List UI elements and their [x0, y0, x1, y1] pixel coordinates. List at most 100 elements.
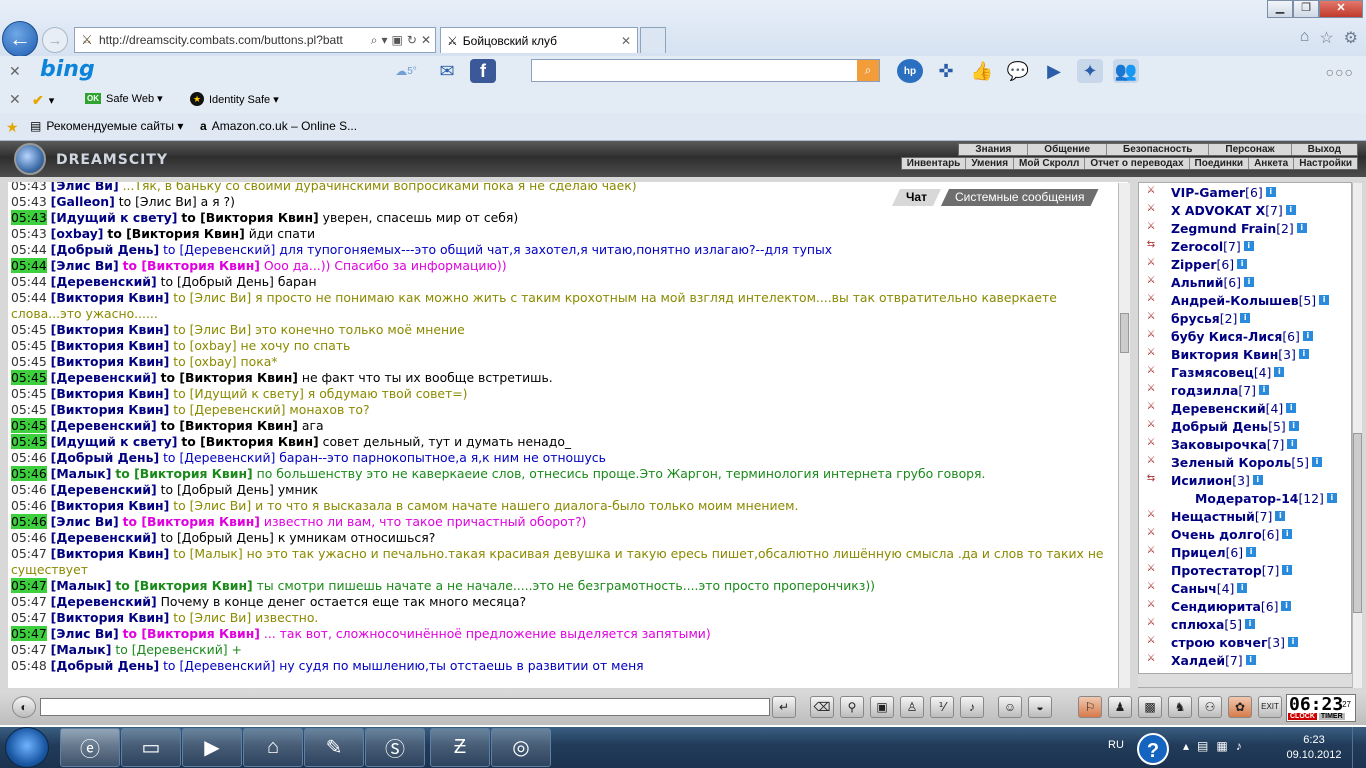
game-controller-icon[interactable]: ✜ [933, 59, 959, 83]
private-message-icon[interactable]: ⚔ [1141, 455, 1161, 469]
user-name[interactable]: Прицел [1171, 545, 1226, 560]
chat-nick[interactable]: [Виктория Квин] [51, 546, 170, 561]
submenu-item[interactable]: Отчет о переводах [1084, 158, 1188, 169]
chat-time[interactable]: 05:45 [11, 434, 47, 449]
chat-time[interactable]: 05:46 [11, 514, 47, 529]
chat-nick[interactable]: [Виктория Квин] [51, 290, 170, 305]
user-row[interactable]: ⚔ брусья [2] i [1139, 309, 1351, 327]
chat-time[interactable]: 05:45 [11, 402, 47, 417]
back-button[interactable]: ← [2, 21, 38, 57]
chat-recipient[interactable]: to [Виктория Квин] [123, 626, 260, 641]
network-icon[interactable]: ▦ [1216, 739, 1227, 753]
chat-recipient[interactable]: to [Виктория Квин] [115, 578, 252, 593]
smile-icon[interactable]: ☺ [998, 696, 1022, 718]
user-info-icon[interactable]: i [1302, 331, 1313, 341]
home-icon[interactable]: ⌂ [1300, 28, 1310, 48]
chat-time[interactable]: 05:45 [11, 386, 47, 401]
chat-time[interactable]: 05:45 [11, 418, 47, 433]
tab-system-messages[interactable]: Системные сообщения [941, 189, 1099, 206]
chat-nick[interactable]: [Деревенский] [51, 594, 157, 609]
show-desktop-button[interactable] [1352, 727, 1366, 768]
chat-time[interactable]: 05:47 [11, 594, 47, 609]
bing-search-input[interactable]: ⌕ [531, 59, 880, 82]
new-tab-button[interactable] [640, 27, 666, 53]
chat-time[interactable]: 05:48 [11, 658, 47, 673]
user-row[interactable]: ⚔ Zegmund Frain [2] i [1139, 219, 1351, 237]
private-message-icon[interactable]: ⇆ [1141, 239, 1161, 253]
private-message-icon[interactable]: ⚔ [1141, 419, 1161, 433]
chat-avatar-icon[interactable]: ◐ [12, 696, 36, 718]
people-icon[interactable]: 👥 [1113, 59, 1139, 83]
private-message-icon[interactable]: ⚔ [1141, 509, 1161, 523]
user-info-icon[interactable]: i [1274, 367, 1285, 377]
more-icon[interactable]: ○○○ [1326, 64, 1354, 80]
mail-icon[interactable]: ✉ [434, 59, 460, 83]
compat-icon[interactable]: ▣ [392, 33, 403, 48]
user-name[interactable]: Виктория Квин [1171, 347, 1278, 362]
chest-icon[interactable]: ▩ [1138, 696, 1162, 718]
user-row[interactable]: ⚔ Виктория Квин [3] i [1139, 345, 1351, 363]
close-toolbar-icon[interactable]: ✕ [9, 91, 21, 108]
scroll-thumb[interactable] [1120, 313, 1129, 353]
chat-nick[interactable]: [Идущий к свету] [51, 210, 178, 225]
chat-nick[interactable]: [Виктория Квин] [51, 354, 170, 369]
user-name[interactable]: X ADVOKAT X [1171, 203, 1265, 218]
media-taskbar-icon[interactable]: ▶ [182, 728, 242, 767]
user-name[interactable]: Зеленый Король [1171, 455, 1291, 470]
user-row[interactable]: ⚔ Прицел [6] i [1139, 543, 1351, 561]
close-toolbar-icon[interactable]: ✕ [9, 63, 21, 80]
user-name[interactable]: Добрый День [1171, 419, 1268, 434]
user-name[interactable]: VIP-Gamer [1171, 185, 1245, 200]
users-hscrollbar[interactable] [1138, 673, 1352, 687]
chat-time[interactable]: 05:44 [11, 290, 47, 305]
chat-time[interactable]: 05:47 [11, 546, 47, 561]
user-row[interactable]: ⚔ Альпий [6] i [1139, 273, 1351, 291]
chat-nick[interactable]: [Добрый День] [51, 242, 159, 257]
user-name[interactable]: Альпий [1171, 275, 1223, 290]
skype-taskbar-icon[interactable]: Ⓢ [365, 728, 425, 767]
user-name[interactable]: Деревенский [1171, 401, 1266, 416]
chat-recipient[interactable]: to [Виктория Квин] [107, 226, 244, 241]
sparkle-icon[interactable]: ✦ [1077, 59, 1103, 83]
chat-nick[interactable]: [Элис Ви] [51, 258, 119, 273]
chat-time[interactable]: 05:47 [11, 642, 47, 657]
forward-button[interactable]: → [42, 27, 68, 53]
chat-time[interactable]: 05:44 [11, 258, 47, 273]
ie-taskbar-icon[interactable]: ⓔ [60, 728, 120, 767]
user-name[interactable]: Газмясовец [1171, 365, 1254, 380]
minimize-button[interactable]: ▁ [1267, 0, 1293, 18]
user-name[interactable]: Нещастный [1171, 509, 1255, 524]
private-message-icon[interactable]: ⚔ [1141, 257, 1161, 271]
menu-item[interactable]: Безопасность [1106, 144, 1208, 155]
user-name[interactable]: Заковырочка [1171, 437, 1267, 452]
user-name[interactable]: Исилион [1171, 473, 1232, 488]
private-message-icon[interactable]: ⚔ [1141, 599, 1161, 613]
chat-nick[interactable]: [Galleon] [51, 194, 115, 209]
chat-time[interactable]: 05:46 [11, 482, 47, 497]
helmet-icon[interactable]: ◒ [1028, 696, 1052, 718]
user-info-icon[interactable]: i [1245, 655, 1256, 665]
weather-icon[interactable]: ☁ 5° [388, 59, 424, 83]
private-message-icon[interactable]: ⚔ [1141, 293, 1161, 307]
system-clock[interactable]: 6:23 09.10.2012 [1283, 733, 1345, 763]
favorites-star-icon[interactable]: ☆ [1319, 28, 1333, 48]
user-info-icon[interactable]: i [1288, 421, 1299, 431]
user-info-icon[interactable]: i [1311, 457, 1322, 467]
chat-nick[interactable]: [Деревенский] [51, 482, 157, 497]
figure-icon[interactable]: ♟ [1108, 696, 1132, 718]
chat-nick[interactable]: [Малык] [51, 578, 112, 593]
group-icon[interactable]: ⚇ [1198, 696, 1222, 718]
chat-time[interactable]: 05:45 [11, 338, 47, 353]
private-icon[interactable]: ⅟ [930, 696, 954, 718]
volume-icon[interactable]: ♪ [1236, 739, 1242, 753]
private-message-icon[interactable]: ⚔ [1141, 653, 1161, 667]
chat-nick[interactable]: [Элис Ви] [51, 182, 119, 193]
user-name[interactable]: сплюха [1171, 617, 1224, 632]
chat-time[interactable]: 05:46 [11, 450, 47, 465]
user-name[interactable]: строю ковчег [1171, 635, 1267, 650]
chat-time[interactable]: 05:45 [11, 322, 47, 337]
chat-time[interactable]: 05:47 [11, 626, 47, 641]
search-icon[interactable]: ⌕ [371, 33, 378, 48]
menu-item[interactable]: Общение [1027, 144, 1106, 155]
chat-nick[interactable]: [Малык] [51, 642, 112, 657]
